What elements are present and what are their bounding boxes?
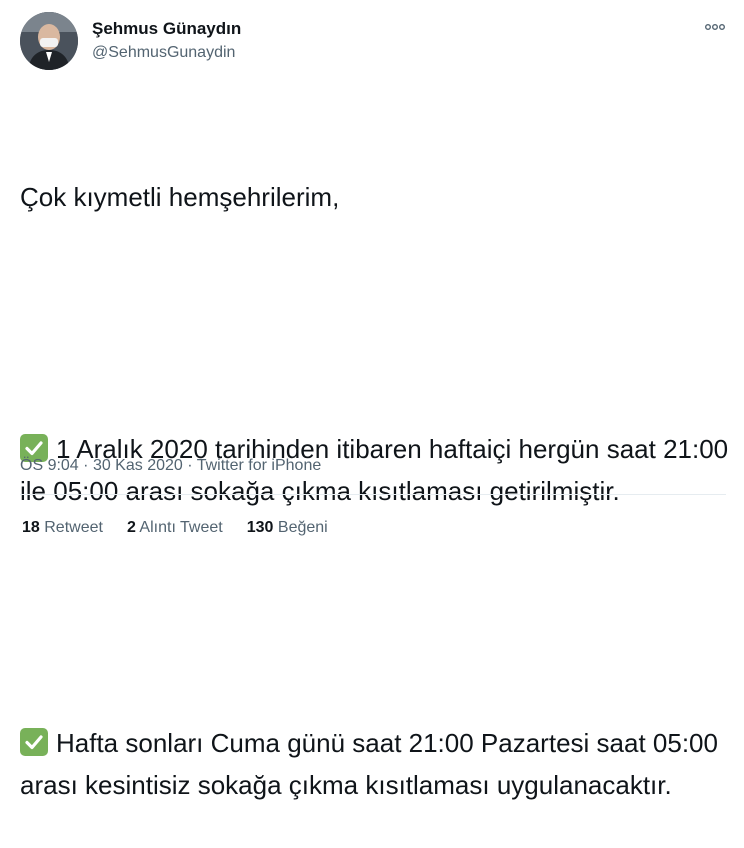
tweet-greeting: Çok kıymetli hemşehrilerim,	[20, 182, 340, 212]
likes-stat[interactable]: 130 Beğeni	[247, 518, 328, 538]
divider	[20, 494, 726, 495]
retweets-stat[interactable]: 18 Retweet	[22, 518, 103, 538]
retweets-count: 18	[22, 519, 40, 536]
author-handle[interactable]: @SehmusGunaydin	[92, 42, 241, 64]
author-display-name[interactable]: Şehmus Günaydın	[92, 18, 241, 40]
tweet-item-2: Hafta sonları Cuma günü saat 21:00 Pazar…	[20, 722, 732, 806]
avatar[interactable]	[20, 12, 78, 70]
tweet-stats: 18 Retweet 2 Alıntı Tweet 130 Beğeni	[22, 518, 328, 538]
quotes-label: Alıntı Tweet	[139, 519, 223, 536]
retweets-label: Retweet	[44, 519, 103, 536]
check-mark-button-icon	[20, 728, 48, 756]
more-horizontal-icon[interactable]	[704, 18, 726, 36]
likes-label: Beğeni	[277, 519, 328, 536]
quotes-count: 2	[126, 519, 136, 536]
tweet-item-2-text: Hafta sonları Cuma günü saat 21:00 Pazar…	[20, 728, 726, 800]
tweet-source[interactable]: Twitter for iPhone	[197, 457, 322, 474]
tweet-header: Şehmus Günaydın @SehmusGunaydin	[20, 12, 732, 76]
tweet-date[interactable]: 30 Kas 2020	[93, 457, 183, 474]
tweet-meta: ÖS 9:04 · 30 Kas 2020 · Twitter for iPho…	[20, 457, 322, 474]
tweet-time[interactable]: ÖS 9:04	[20, 457, 79, 474]
likes-count: 130	[246, 519, 274, 536]
quotes-stat[interactable]: 2 Alıntı Tweet	[127, 518, 223, 538]
